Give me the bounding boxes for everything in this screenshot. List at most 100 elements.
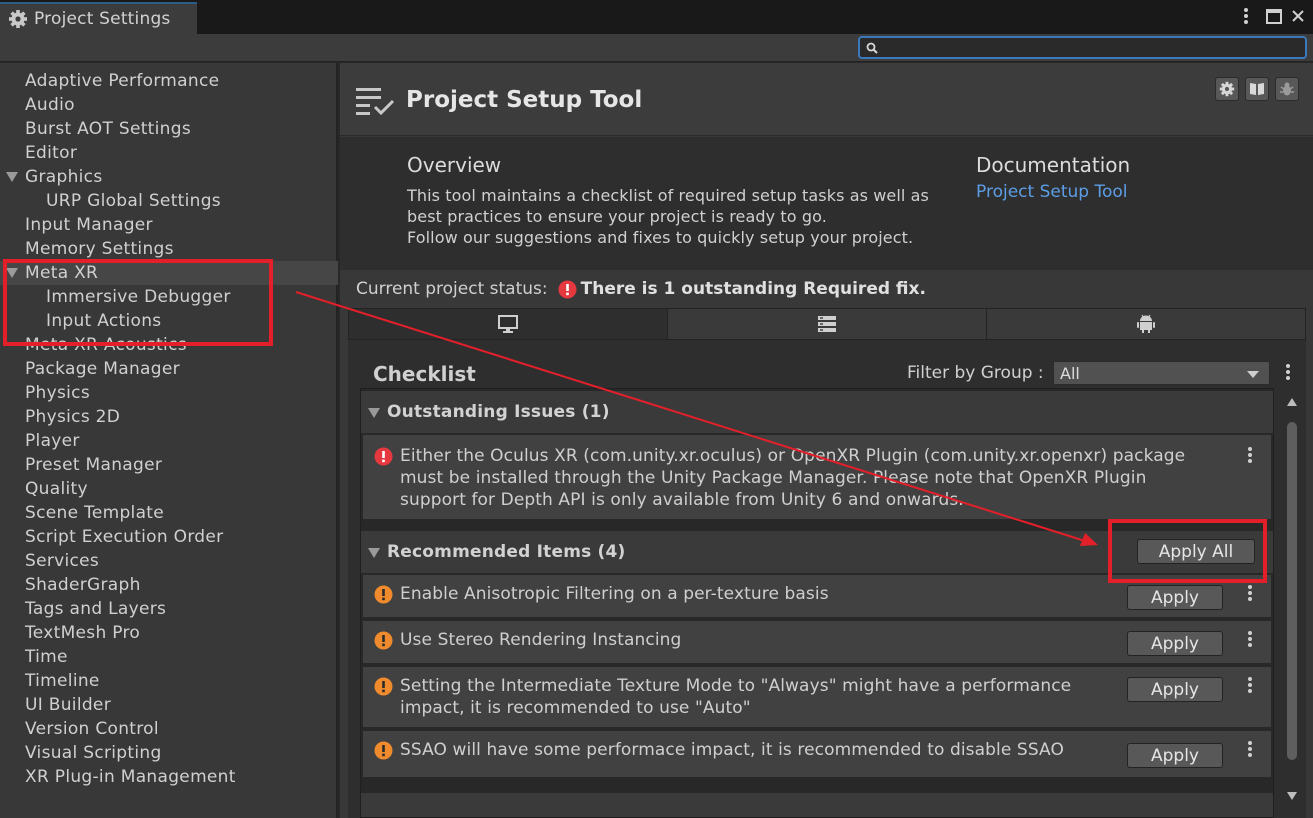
sidebar-item-label: UI Builder — [25, 695, 111, 715]
checklist-title: Checklist — [373, 362, 476, 386]
apply-button[interactable]: Apply — [1127, 677, 1223, 702]
documentation-link[interactable]: Project Setup Tool — [976, 182, 1127, 202]
scroll-down-icon[interactable] — [1287, 792, 1297, 800]
sidebar-item-label: Physics — [25, 383, 90, 403]
sidebar-item[interactable]: Version Control — [0, 717, 338, 741]
checklist-scrollbar[interactable] — [1284, 388, 1300, 818]
group-title: Recommended Items (4) — [387, 542, 626, 562]
search-input[interactable] — [883, 39, 1283, 56]
sidebar-item-label: Memory Settings — [25, 239, 174, 259]
sidebar-item[interactable]: Script Execution Order — [0, 525, 338, 549]
tab-android[interactable] — [987, 309, 1305, 339]
project-settings-tab[interactable]: Project Settings — [0, 2, 197, 34]
bug-report-button[interactable] — [1275, 77, 1299, 101]
sidebar-item[interactable]: ShaderGraph — [0, 573, 338, 597]
apply-button[interactable]: Apply — [1127, 631, 1223, 656]
documentation-button[interactable] — [1245, 77, 1269, 101]
item-menu-button[interactable] — [1245, 629, 1255, 649]
item-line: must be installed through the Unity Pack… — [400, 468, 1147, 488]
sidebar-item[interactable]: URP Global Settings — [0, 189, 338, 213]
list-item: Use Stereo Rendering Instancing Apply — [363, 621, 1271, 663]
item-menu-button[interactable] — [1245, 739, 1255, 759]
platform-tabs — [348, 308, 1306, 340]
scroll-thumb[interactable] — [1287, 422, 1297, 760]
sidebar-item-label: URP Global Settings — [46, 191, 221, 211]
sidebar-item[interactable]: Input Manager — [0, 213, 338, 237]
sidebar-item[interactable]: Audio — [0, 93, 338, 117]
sidebar-item-label: Package Manager — [25, 359, 180, 379]
status-message: There is 1 outstanding Required fix. — [580, 279, 926, 299]
sidebar-item[interactable]: Scene Template — [0, 501, 338, 525]
sidebar-item[interactable]: Graphics — [0, 165, 338, 189]
sidebar-item[interactable]: Memory Settings — [0, 237, 338, 261]
sidebar-item[interactable]: Burst AOT Settings — [0, 117, 338, 141]
item-text: SSAO will have some performace impact, i… — [400, 740, 1064, 760]
list-item: Either the Oculus XR (com.unity.xr.oculu… — [363, 435, 1271, 519]
sidebar-item-label: Tags and Layers — [25, 599, 167, 619]
tab-server[interactable] — [668, 309, 987, 339]
sidebar-item[interactable]: Timeline — [0, 669, 338, 693]
sidebar-item-label: XR Plug-in Management — [25, 767, 236, 787]
sidebar-item[interactable]: UI Builder — [0, 693, 338, 717]
annotation-box-meta-xr — [3, 259, 273, 346]
error-icon — [558, 280, 577, 298]
maximize-button[interactable] — [1264, 4, 1284, 28]
close-button[interactable] — [1288, 4, 1308, 28]
desktop-icon — [498, 315, 518, 333]
gear-icon — [1219, 81, 1235, 97]
search-icon — [866, 42, 878, 54]
sidebar-item[interactable]: Physics — [0, 381, 338, 405]
sidebar-item[interactable]: Services — [0, 549, 338, 573]
sidebar-item[interactable]: Package Manager — [0, 357, 338, 381]
sidebar-item[interactable]: Physics 2D — [0, 405, 338, 429]
filter-value: All — [1060, 363, 1080, 383]
apply-button[interactable]: Apply — [1127, 743, 1223, 768]
sidebar-item[interactable]: Preset Manager — [0, 453, 338, 477]
sidebar-item-label: Audio — [25, 95, 75, 115]
group-title: Outstanding Issues (1) — [387, 402, 610, 422]
settings-button[interactable] — [1215, 77, 1239, 101]
overview-line: This tool maintains a checklist of requi… — [407, 186, 929, 205]
item-line: support for Depth API is only available … — [400, 490, 964, 510]
scroll-up-icon[interactable] — [1287, 398, 1297, 406]
group-header-outstanding[interactable]: Outstanding Issues (1) — [361, 391, 1273, 433]
group-header-next[interactable] — [361, 793, 1273, 817]
search-field[interactable] — [858, 36, 1307, 59]
error-icon — [374, 447, 393, 466]
item-menu-button[interactable] — [1245, 445, 1255, 465]
sidebar-item-label: Version Control — [25, 719, 159, 739]
checklist-scroll-view[interactable]: Outstanding Issues (1) Either the Oculus… — [360, 388, 1274, 818]
sidebar-item[interactable]: Player — [0, 429, 338, 453]
apply-button[interactable]: Apply — [1127, 585, 1223, 610]
main-panel: Project Setup Tool Overview This tool ma… — [340, 63, 1313, 818]
sidebar-item[interactable]: Adaptive Performance — [0, 69, 338, 93]
sidebar-item[interactable]: Visual Scripting — [0, 741, 338, 765]
sidebar-item-label: Scene Template — [25, 503, 165, 523]
sidebar-item[interactable]: Time — [0, 645, 338, 669]
filter-group-dropdown[interactable]: All — [1053, 361, 1270, 385]
window-menu-button[interactable] — [1238, 4, 1254, 28]
settings-sidebar: Adaptive Performance Audio Burst AOT Setti… — [0, 63, 338, 818]
warning-icon — [374, 677, 393, 696]
sidebar-item[interactable]: XR Plug-in Management — [0, 765, 338, 789]
item-menu-button[interactable] — [1245, 675, 1255, 695]
overview-section: Overview This tool maintains a checklist… — [340, 137, 1313, 270]
fold-arrow-icon — [368, 548, 380, 558]
sidebar-item[interactable]: Tags and Layers — [0, 597, 338, 621]
documentation-title: Documentation — [976, 153, 1131, 177]
sidebar-item-label: Quality — [25, 479, 88, 499]
item-menu-button[interactable] — [1245, 583, 1255, 603]
checklist-menu-button[interactable] — [1283, 362, 1293, 382]
sidebar-item[interactable]: TextMesh Pro — [0, 621, 338, 645]
sidebar-item-label: Editor — [25, 143, 78, 163]
sidebar-item-label: Graphics — [25, 167, 103, 187]
tab-desktop[interactable] — [349, 309, 668, 339]
sidebar-item-label: Visual Scripting — [25, 743, 162, 763]
sidebar-item[interactable]: Editor — [0, 141, 338, 165]
window-tab-bar: Project Settings — [0, 0, 1313, 34]
sidebar-item[interactable]: Quality — [0, 477, 338, 501]
list-item: Setting the Intermediate Texture Mode to… — [363, 667, 1271, 727]
sidebar-item-label: Physics 2D — [25, 407, 121, 427]
warning-icon — [374, 741, 393, 760]
fold-arrow-icon[interactable] — [6, 172, 18, 182]
